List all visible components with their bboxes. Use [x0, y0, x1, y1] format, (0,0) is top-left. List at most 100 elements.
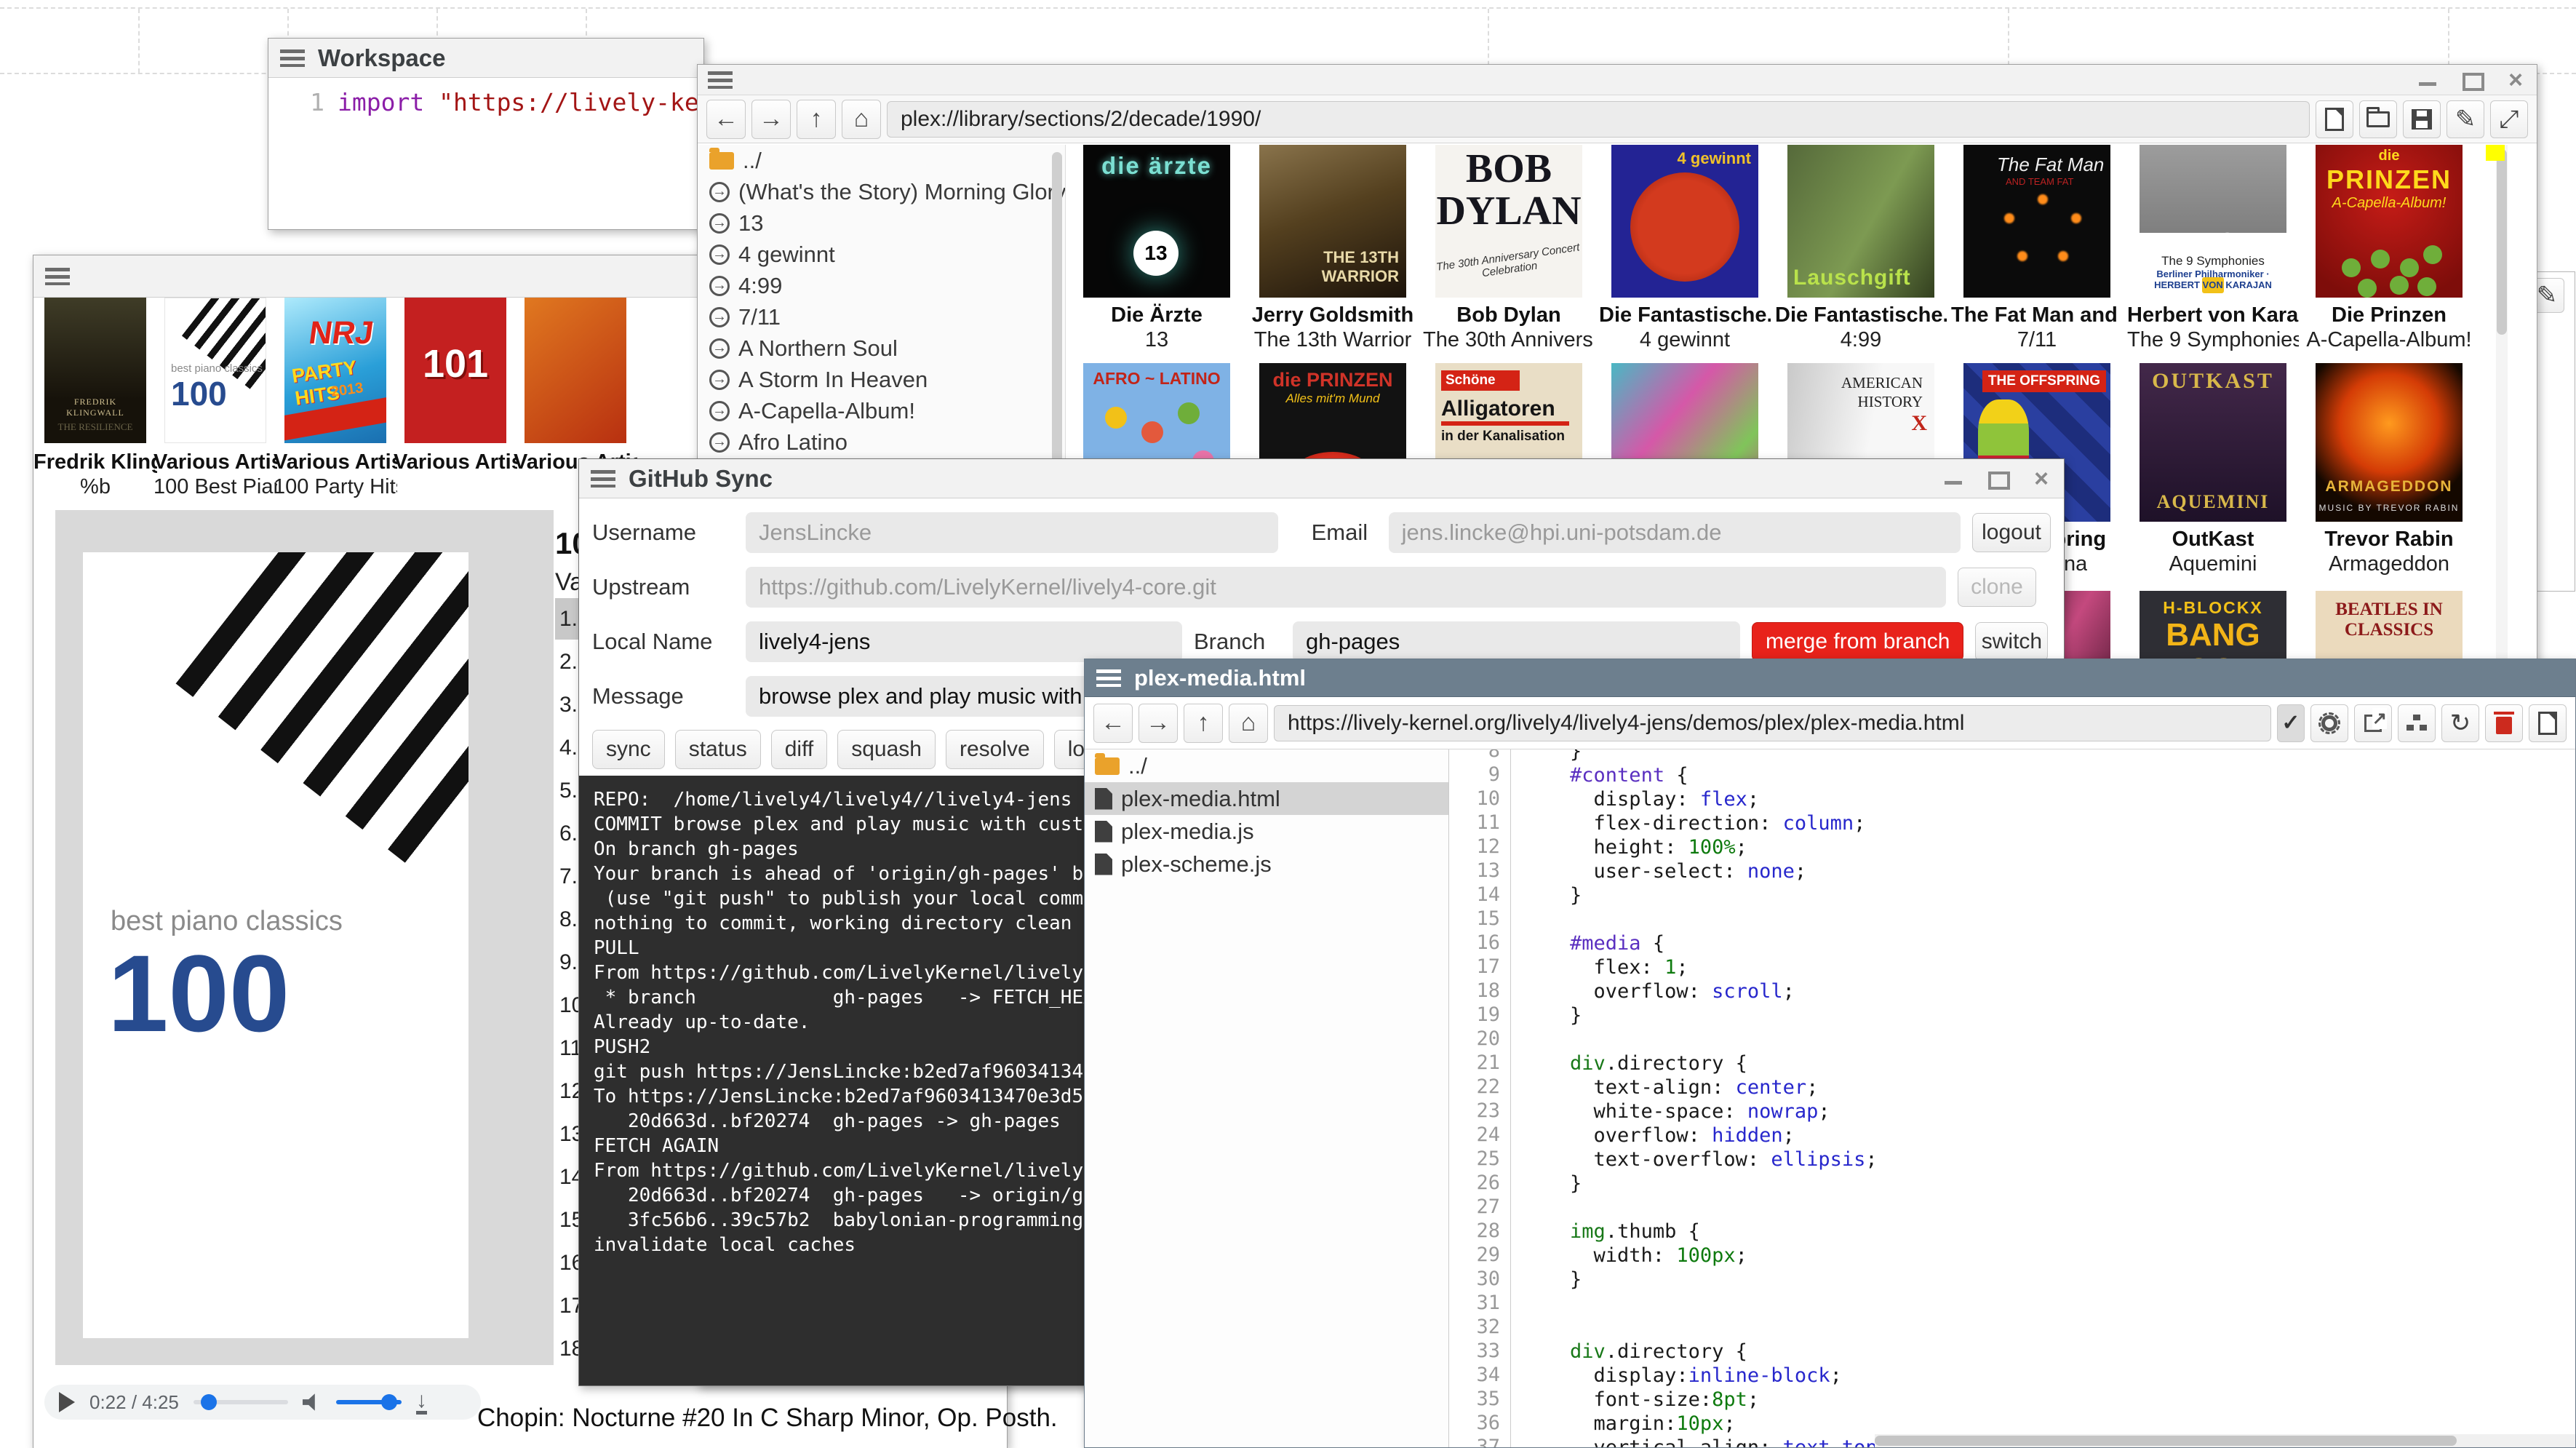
up-button[interactable]: ↑: [1184, 704, 1223, 743]
player-album-thumb[interactable]: NRJPARTY HITS2013 Various Artists 100 Pa…: [284, 298, 386, 500]
git-action-button[interactable]: squash: [837, 730, 936, 769]
file-item[interactable]: ../: [1085, 749, 1448, 782]
git-action-button[interactable]: resolve: [946, 730, 1044, 769]
up-button[interactable]: ↑: [797, 100, 836, 139]
reload-button[interactable]: ↻: [2441, 704, 2479, 742]
settings-button[interactable]: [2310, 704, 2348, 742]
code-token: ellipsis: [1771, 1148, 1865, 1171]
media-titlebar[interactable]: plex-media.html: [1085, 659, 2575, 697]
volume-slider-thumb[interactable]: [381, 1394, 397, 1410]
album-cell[interactable]: BEETHOVENThe 9 SymphoniesBerliner Philha…: [2125, 145, 2301, 353]
forward-button[interactable]: →: [751, 100, 791, 139]
minimize-button[interactable]: [2417, 71, 2439, 89]
code-line: 29 width: 100px;: [1523, 1244, 2575, 1268]
branch-field[interactable]: gh-pages: [1293, 621, 1740, 662]
edit-button[interactable]: ✎: [2447, 100, 2484, 138]
workspace-titlebar[interactable]: Workspace: [268, 39, 703, 78]
album-cell[interactable]: BOBDYLANThe 30th Anniversary Concert Cel…: [1421, 145, 1597, 353]
email-field[interactable]: jens.lincke@hpi.uni-potsdam.de: [1389, 512, 1961, 553]
maximize-button[interactable]: [1987, 470, 2009, 488]
new-file-button[interactable]: [2316, 100, 2353, 138]
download-icon[interactable]: ↓: [416, 1391, 427, 1415]
forward-button[interactable]: →: [1139, 704, 1178, 743]
minimize-button[interactable]: [1943, 470, 1965, 488]
directory-item[interactable]: 4 gewinnt: [698, 239, 1065, 270]
home-button[interactable]: ⌂: [1229, 704, 1268, 743]
menu-icon[interactable]: [45, 268, 70, 285]
localname-field[interactable]: lively4-jens: [746, 621, 1182, 662]
directory-item[interactable]: 4:99: [698, 270, 1065, 301]
album-cell[interactable]: 4 gewinnt Die Fantastische... 4 gewinnt: [1597, 145, 1773, 353]
logout-button[interactable]: logout: [1972, 513, 2051, 552]
file-item[interactable]: plex-scheme.js: [1085, 848, 1448, 880]
code-editor[interactable]: 8 } 9 #content { 10 display: flex;: [1449, 749, 2575, 1447]
home-button[interactable]: ⌂: [842, 100, 881, 139]
seek-slider[interactable]: [194, 1400, 288, 1404]
github-titlebar[interactable]: GitHub Sync ×: [579, 459, 2064, 498]
switch-button[interactable]: switch: [1975, 622, 2048, 661]
album-cell[interactable]: die ärzte13 Die Ärzte 13: [1069, 145, 1245, 353]
folder-button[interactable]: [2359, 100, 2397, 138]
volume-slider[interactable]: [336, 1400, 402, 1404]
album-cell[interactable]: The Fat ManAND TEAM FAT The Fat Man and …: [1949, 145, 2125, 353]
player-album-thumb[interactable]: FREDRIK KLINGWALLTHE RESILIENCE Fredrik …: [44, 298, 146, 500]
directory-item[interactable]: A Northern Soul: [698, 333, 1065, 364]
album-cell[interactable]: Lauschgift Die Fantastische... 4:99: [1773, 145, 1949, 353]
back-button[interactable]: ←: [706, 100, 746, 139]
menu-icon[interactable]: [708, 71, 733, 89]
directory-item[interactable]: 7/11: [698, 301, 1065, 333]
volume-icon[interactable]: [303, 1393, 322, 1412]
code-line[interactable]: import "https://lively-kernel.or: [338, 78, 703, 229]
album-cell[interactable]: THE 13TH WARRIOR Jerry Goldsmith The 13t…: [1245, 145, 1421, 353]
player-album-thumb[interactable]: 101 Various Artist...: [404, 298, 506, 500]
delete-button[interactable]: [2485, 704, 2523, 742]
upstream-field[interactable]: https://github.com/LivelyKernel/lively4-…: [746, 567, 1946, 608]
album-cell[interactable]: diePRINZENA-Capella-Album! Die Prinzen A…: [2301, 145, 2477, 353]
git-action-button[interactable]: sync: [592, 730, 665, 769]
horizontal-scrollbar[interactable]: [1875, 1434, 2575, 1447]
menu-icon[interactable]: [591, 470, 615, 488]
close-button[interactable]: ×: [2030, 470, 2052, 488]
code-token: white-space:: [1523, 1100, 1747, 1123]
file-item[interactable]: plex-media.html: [1085, 782, 1448, 815]
new-file-button[interactable]: [2529, 704, 2567, 742]
maximize-button[interactable]: [2461, 71, 2483, 89]
player-album-thumb[interactable]: best piano classics100 Various Artists 1…: [164, 298, 266, 500]
git-action-button[interactable]: diff: [771, 730, 827, 769]
save-button[interactable]: [2403, 100, 2441, 138]
hierarchy-button[interactable]: [2398, 704, 2436, 742]
workspace-editor[interactable]: 1 import "https://lively-kernel.or: [268, 78, 703, 229]
clone-button[interactable]: clone: [1958, 568, 2036, 607]
code-token: flex:: [1523, 956, 1664, 979]
code-line: 32: [1523, 1316, 2575, 1340]
directory-item[interactable]: A Storm In Heaven: [698, 364, 1065, 395]
expand-button[interactable]: ⤢: [2490, 100, 2528, 138]
auto-update-toggle[interactable]: ✓: [2277, 704, 2305, 742]
album-cell[interactable]: ARMAGEDDONMUSIC BY TREVOR RABIN Trevor R…: [2301, 363, 2477, 577]
address-bar[interactable]: https://lively-kernel.org/lively4/lively…: [1274, 705, 2271, 741]
scrollbar-thumb[interactable]: [2497, 149, 2507, 335]
code-lines[interactable]: 8 } 9 #content { 10 display: flex;: [1511, 749, 2575, 1447]
menu-icon[interactable]: [1096, 669, 1121, 687]
file-item[interactable]: plex-media.js: [1085, 815, 1448, 848]
directory-item[interactable]: ../: [698, 145, 1065, 176]
git-action-button[interactable]: status: [675, 730, 761, 769]
play-button-icon[interactable]: [59, 1392, 75, 1412]
directory-item[interactable]: 13: [698, 207, 1065, 239]
code-token: {: [1723, 1052, 1747, 1075]
open-external-button[interactable]: [2354, 704, 2392, 742]
directory-item[interactable]: A-Capella-Album!: [698, 395, 1065, 426]
back-button[interactable]: ←: [1093, 704, 1133, 743]
scrollbar-thumb[interactable]: [1875, 1436, 2457, 1446]
merge-from-branch-button[interactable]: merge from branch: [1752, 622, 1963, 661]
annotation-marker: [2486, 145, 2505, 161]
menu-icon[interactable]: [280, 49, 305, 67]
directory-item[interactable]: Afro Latino: [698, 426, 1065, 458]
username-field[interactable]: JensLincke: [746, 512, 1278, 553]
seek-slider-thumb[interactable]: [201, 1394, 217, 1410]
address-bar[interactable]: plex://library/sections/2/decade/1990/: [887, 101, 2310, 138]
album-cell[interactable]: OUTKASTAQUEMINI OutKast Aquemini: [2125, 363, 2301, 577]
plex-titlebar[interactable]: ×: [698, 65, 2537, 95]
directory-item[interactable]: (What's the Story) Morning Glory?: [698, 176, 1065, 207]
close-button[interactable]: ×: [2505, 71, 2527, 89]
